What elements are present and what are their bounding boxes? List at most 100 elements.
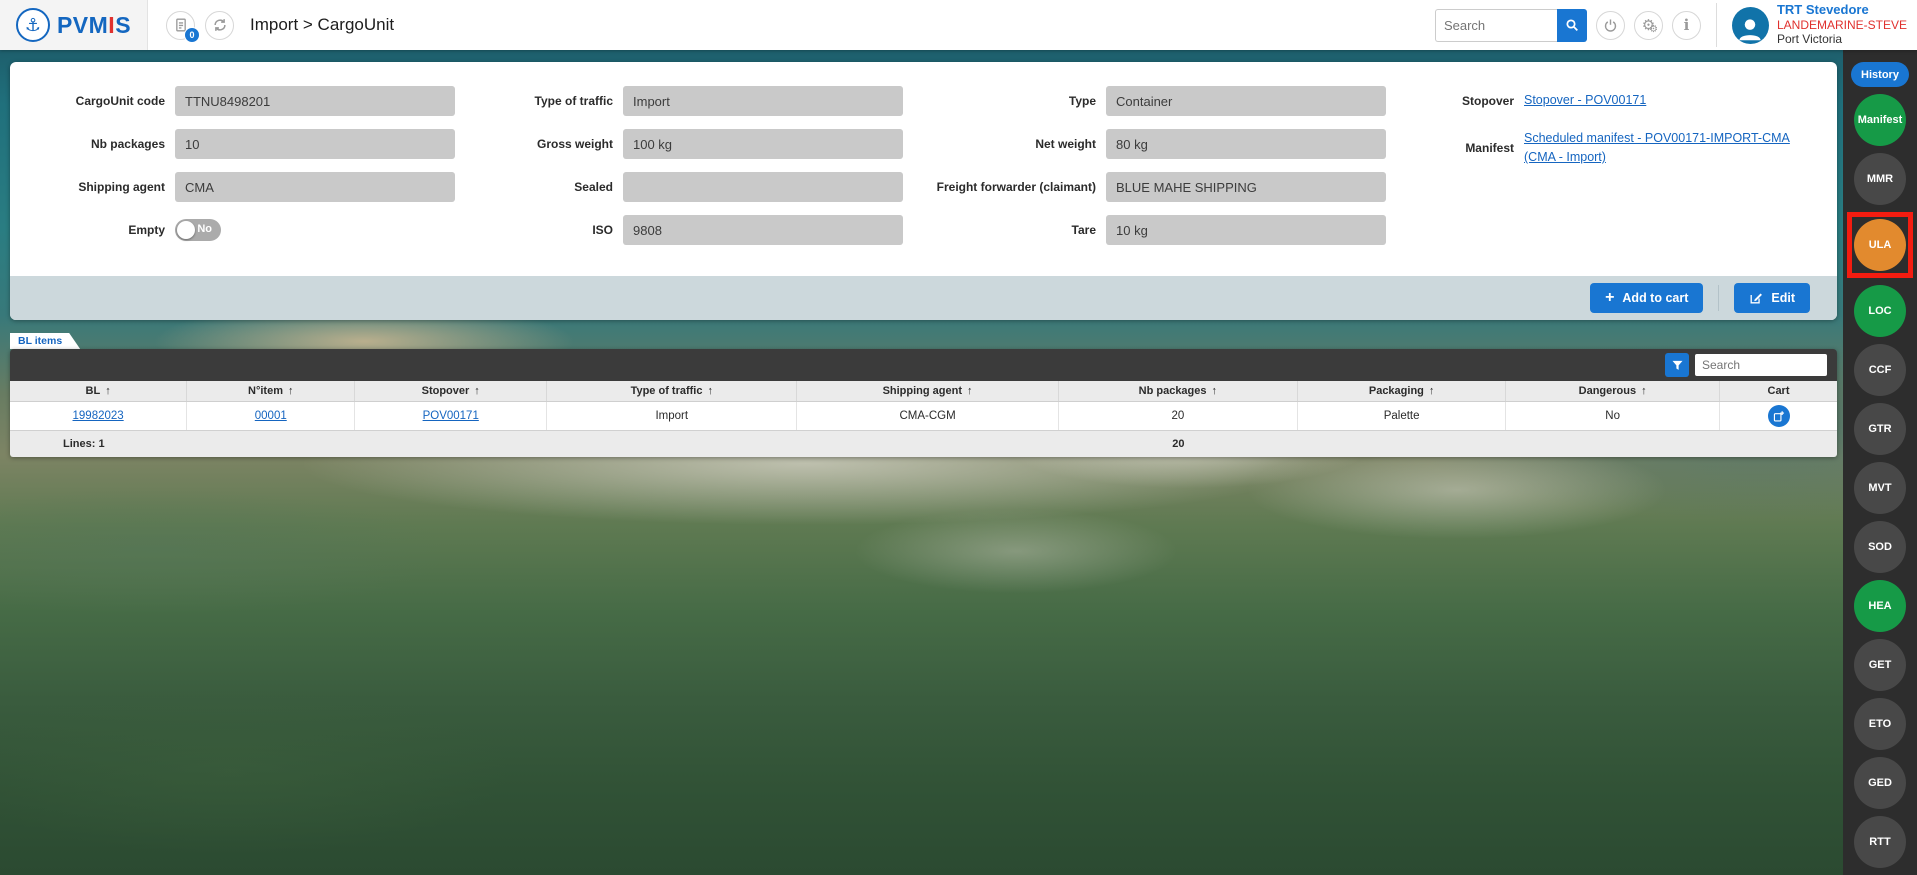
sort-arrow-icon: ↑ (474, 385, 480, 397)
gross-weight-label: Gross weight (463, 138, 613, 151)
freight-forwarder-field: BLUE MAHE SHIPPING (1106, 172, 1386, 202)
stopover-cell-link[interactable]: POV00171 (423, 410, 479, 422)
edit-icon (1749, 291, 1763, 305)
page-title: Import > CargoUnit (250, 15, 394, 35)
column-header-nitem[interactable]: N°item ↑ (187, 381, 355, 401)
sort-arrow-icon: ↑ (967, 385, 973, 397)
column-header-packaging[interactable]: Packaging ↑ (1298, 381, 1506, 401)
action-band: + Add to cart Edit (10, 276, 1837, 320)
stopover-label: Stopover (1394, 95, 1514, 108)
filter-button[interactable] (1665, 353, 1689, 377)
manifest-label: Manifest (1394, 142, 1514, 155)
funnel-icon (1670, 358, 1685, 373)
sidebar-item-rtt[interactable]: RTT (1854, 816, 1906, 868)
sidebar-item-ged[interactable]: GED (1854, 757, 1906, 809)
plus-icon: + (1605, 290, 1614, 306)
cart-add-icon (1772, 410, 1785, 423)
column-header-cart: Cart (1720, 381, 1837, 401)
global-search-button[interactable] (1557, 9, 1587, 42)
sort-arrow-icon: ↑ (288, 385, 294, 397)
add-to-cart-button[interactable]: + Add to cart (1590, 283, 1703, 313)
net-weight-field: 80 kg (1106, 129, 1386, 159)
freight-forwarder-label: Freight forwarder (claimant) (911, 181, 1096, 194)
settings-button[interactable]: ⚙ ⚙ (1634, 11, 1663, 40)
n-item-link[interactable]: 00001 (255, 410, 287, 422)
table-footer-row: Lines: 1 20 (10, 430, 1837, 457)
nb-packages-cell: 20 (1059, 402, 1298, 430)
dangerous-cell: No (1506, 402, 1720, 430)
form-column-1: CargoUnit code TTNU8498201 Nb packages 1… (30, 86, 455, 258)
info-button[interactable]: i (1672, 11, 1701, 40)
app-logo[interactable]: ⚓ PVMIS (0, 0, 148, 50)
type-of-traffic-label: Type of traffic (463, 95, 613, 108)
sort-arrow-icon: ↑ (1429, 385, 1435, 397)
user-company: TRT Stevedore (1777, 3, 1907, 18)
sort-arrow-icon: ↑ (1212, 385, 1218, 397)
column-header-dangerous[interactable]: Dangerous ↑ (1506, 381, 1720, 401)
ula-highlight-box: ULA (1847, 212, 1913, 278)
sidebar-item-gtr[interactable]: GTR (1854, 403, 1906, 455)
sidebar-item-ccf[interactable]: CCF (1854, 344, 1906, 396)
stopover-link[interactable]: Stopover - POV00171 (1524, 91, 1646, 110)
table-header-row: BL ↑ N°item ↑ Stopover ↑ Type of traffic… (10, 381, 1837, 402)
form-column-3: Type Container Net weight 80 kg Freight … (911, 86, 1386, 258)
sidebar-item-mmr[interactable]: MMR (1854, 153, 1906, 205)
right-sidebar: History Manifest MMR ULA LOC CCF GTR MVT… (1843, 50, 1917, 875)
sidebar-item-loc[interactable]: LOC (1854, 285, 1906, 337)
logout-button[interactable] (1596, 11, 1625, 40)
edit-button[interactable]: Edit (1734, 283, 1810, 313)
total-nb-packages: 20 (1059, 431, 1298, 457)
tab-bl-items[interactable]: BL items (10, 333, 80, 349)
column-header-bl[interactable]: BL ↑ (10, 381, 187, 401)
global-search-input[interactable] (1435, 9, 1557, 42)
refresh-button[interactable] (205, 11, 234, 40)
sidebar-item-get[interactable]: GET (1854, 639, 1906, 691)
lines-count: Lines: 1 (10, 431, 187, 457)
history-button[interactable]: History (1851, 62, 1909, 87)
sidebar-item-hea[interactable]: HEA (1854, 580, 1906, 632)
user-menu[interactable]: TRT Stevedore LANDEMARINE-STEVE Port Vic… (1732, 3, 1907, 47)
nb-packages-field: 10 (175, 129, 455, 159)
table-row: 19982023 00001 POV00171 Import CMA-CGM 2… (10, 402, 1837, 430)
table-search-input[interactable] (1695, 354, 1827, 376)
gears-icon-small: ⚙ (1649, 25, 1658, 35)
iso-field: 9808 (623, 215, 903, 245)
info-icon: i (1684, 16, 1690, 34)
sidebar-item-sod[interactable]: SOD (1854, 521, 1906, 573)
gross-weight-field: 100 kg (623, 129, 903, 159)
power-icon (1602, 17, 1619, 34)
refresh-icon (211, 16, 229, 34)
form-column-4: Stopover Stopover - POV00171 Manifest Sc… (1394, 86, 1817, 258)
cargounit-code-label: CargoUnit code (30, 95, 165, 108)
row-add-to-cart-button[interactable] (1768, 405, 1790, 427)
anchor-logo-icon: ⚓ (16, 8, 50, 42)
table-toolbar (10, 349, 1837, 381)
type-of-traffic-field: Import (623, 86, 903, 116)
user-location: Port Victoria (1777, 32, 1907, 47)
column-header-stopover[interactable]: Stopover ↑ (355, 381, 547, 401)
bl-link[interactable]: 19982023 (73, 410, 124, 422)
sidebar-item-manifest[interactable]: Manifest (1854, 94, 1906, 146)
sort-arrow-icon: ↑ (707, 385, 713, 397)
manifest-link[interactable]: Scheduled manifest - POV00171-IMPORT-CMA… (1524, 129, 1817, 168)
cart-count-badge: 0 (184, 27, 200, 43)
user-avatar-icon (1732, 7, 1769, 44)
sidebar-item-mvt[interactable]: MVT (1854, 462, 1906, 514)
sidebar-item-eto[interactable]: ETO (1854, 698, 1906, 750)
type-field: Container (1106, 86, 1386, 116)
type-label: Type (911, 95, 1096, 108)
user-name: LANDEMARINE-STEVE (1777, 18, 1907, 33)
shipping-agent-label: Shipping agent (30, 181, 165, 194)
column-header-nb-packages[interactable]: Nb packages ↑ (1059, 381, 1298, 401)
column-header-type-of-traffic[interactable]: Type of traffic ↑ (547, 381, 797, 401)
app-logo-text: PVMIS (57, 12, 131, 39)
empty-toggle[interactable]: No (175, 219, 221, 241)
column-header-shipping-agent[interactable]: Shipping agent ↑ (797, 381, 1058, 401)
form-column-2: Type of traffic Import Gross weight 100 … (463, 86, 903, 258)
bl-items-table: BL ↑ N°item ↑ Stopover ↑ Type of traffic… (10, 349, 1837, 457)
sort-arrow-icon: ↑ (1641, 385, 1647, 397)
header-divider (1716, 3, 1717, 47)
sidebar-item-ula[interactable]: ULA (1854, 219, 1906, 271)
shipping-agent-cell: CMA-CGM (797, 402, 1058, 430)
tare-label: Tare (911, 224, 1096, 237)
